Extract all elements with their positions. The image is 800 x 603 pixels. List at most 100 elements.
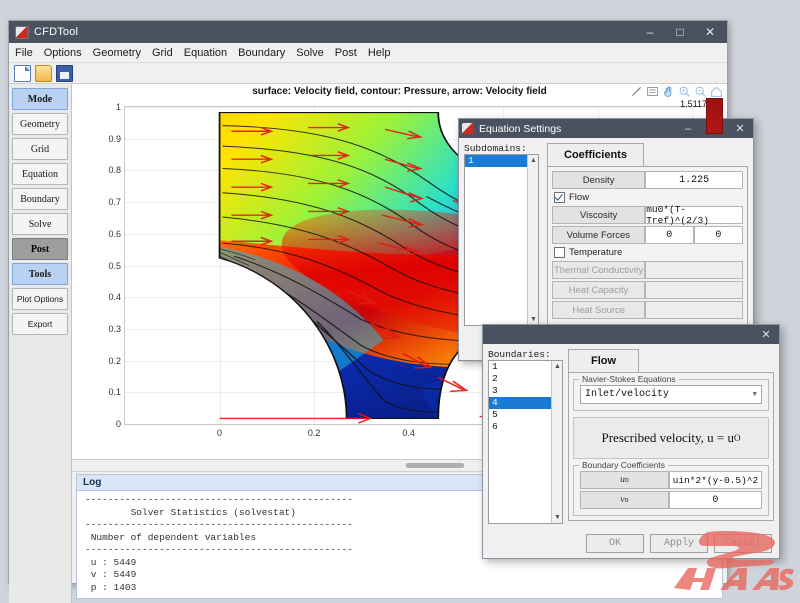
thermal-conductivity-value: [645, 261, 743, 279]
save-icon[interactable]: [56, 65, 73, 82]
listbox-scrollbar[interactable]: ▲ ▼: [527, 155, 538, 325]
new-file-icon[interactable]: [14, 65, 31, 82]
temperature-checkbox[interactable]: Temperature: [554, 247, 743, 258]
row-heat-source: Heat Source: [552, 301, 743, 319]
sidebar-item-mode[interactable]: Mode: [12, 88, 68, 110]
checkbox-icon[interactable]: [554, 192, 565, 203]
boundaries-listbox[interactable]: 1 2 3 4 5 6 ▲ ▼: [488, 360, 563, 524]
colorbar: [706, 98, 723, 134]
temperature-label: Temperature: [569, 247, 622, 258]
density-value[interactable]: 1.225: [645, 171, 743, 189]
equation-dialog-title: Equation Settings: [479, 123, 675, 135]
menu-options[interactable]: Options: [44, 47, 82, 59]
equation-dialog-minimize[interactable]: –: [675, 120, 701, 138]
y-tick: 0.5: [108, 261, 121, 271]
y-tick: 0: [116, 419, 121, 429]
boundary-apply-button[interactable]: Apply: [650, 534, 708, 553]
sidebar-item-tools[interactable]: Tools: [12, 263, 68, 285]
volume-forces-value-y[interactable]: 0: [694, 226, 743, 244]
chevron-up-icon[interactable]: ▲: [530, 157, 537, 164]
tab-flow[interactable]: Flow: [568, 349, 639, 372]
sidebar-item-export[interactable]: Export: [12, 313, 68, 335]
y-tick: 0.7: [108, 197, 121, 207]
toolbar: [9, 63, 727, 84]
boundary-condition-select[interactable]: Inlet/velocity ▼: [580, 385, 762, 404]
listbox-scrollbar[interactable]: ▲ ▼: [551, 361, 562, 523]
boundary-cancel-button[interactable]: Cancel: [714, 534, 772, 553]
chevron-down-icon[interactable]: ▼: [530, 316, 537, 323]
y-tick: 0.1: [108, 387, 121, 397]
row-volume-forces: Volume Forces 0 0: [552, 226, 743, 244]
chevron-down-icon[interactable]: ▼: [753, 391, 757, 399]
subdomains-label: Subdomains:: [464, 143, 542, 154]
thermal-conductivity-label: Thermal Conductivity: [552, 261, 645, 279]
menu-file[interactable]: File: [15, 47, 33, 59]
y-tick: 0.9: [108, 134, 121, 144]
sidebar-item-boundary[interactable]: Boundary: [12, 188, 68, 210]
x-tick: 0.2: [308, 428, 321, 438]
row-viscosity: Viscosity mu0*(T-Tref)^(2/3): [552, 206, 743, 224]
navier-stokes-group: Navier-Stokes Equations Inlet/velocity ▼: [573, 379, 769, 411]
chevron-down-icon[interactable]: ▼: [554, 514, 561, 521]
sidebar-item-plot-options[interactable]: Plot Options: [12, 288, 68, 310]
y-tick: 0.3: [108, 324, 121, 334]
u0-label: uo: [580, 471, 669, 489]
home-icon[interactable]: [710, 85, 723, 98]
row-thermal-conductivity: Thermal Conductivity: [552, 261, 743, 279]
boundary-settings-dialog: ✕ Boundaries: 1 2 3 4 5 6 ▲ ▼ Flow Navi: [482, 324, 780, 559]
sidebar-item-grid[interactable]: Grid: [12, 138, 68, 160]
y-tick: 0.4: [108, 292, 121, 302]
window-title: CFDTool: [34, 26, 635, 38]
x-tick: 0.4: [402, 428, 415, 438]
v0-label: vo: [580, 491, 669, 509]
boundary-ok-button[interactable]: OK: [586, 534, 644, 553]
line-icon[interactable]: [630, 85, 643, 98]
boundary-dialog-close[interactable]: ✕: [753, 326, 779, 344]
legend-icon[interactable]: [646, 85, 659, 98]
menu-grid[interactable]: Grid: [152, 47, 173, 59]
minimize-button[interactable]: –: [635, 22, 665, 43]
heat-source-label: Heat Source: [552, 301, 645, 319]
sidebar-item-equation[interactable]: Equation: [12, 163, 68, 185]
equation-dialog-body: Subdomains: 1 ▲ ▼ Coefficients Density 1…: [459, 138, 753, 331]
close-button[interactable]: ✕: [695, 22, 725, 43]
viscosity-value[interactable]: mu0*(T-Tref)^(2/3): [645, 206, 743, 224]
sidebar-item-post[interactable]: Post: [12, 238, 68, 260]
y-tick: 0.6: [108, 229, 121, 239]
plot-title: surface: Velocity field, contour: Pressu…: [72, 86, 727, 97]
boundary-dialog-footer: OK Apply Cancel: [483, 529, 779, 558]
v0-value[interactable]: 0: [669, 491, 762, 509]
zoom-in-icon[interactable]: [678, 85, 691, 98]
chevron-up-icon[interactable]: ▲: [554, 363, 561, 370]
pan-hand-icon[interactable]: [662, 85, 675, 98]
tab-coefficients[interactable]: Coefficients: [547, 143, 644, 166]
heat-capacity-label: Heat Capacity: [552, 281, 645, 299]
sidebar-item-geometry[interactable]: Geometry: [12, 113, 68, 135]
volume-forces-value-x[interactable]: 0: [645, 226, 694, 244]
menu-solve[interactable]: Solve: [296, 47, 324, 59]
maximize-button[interactable]: □: [665, 22, 695, 43]
navier-stokes-label: Navier-Stokes Equations: [579, 374, 679, 384]
menu-geometry[interactable]: Geometry: [93, 47, 141, 59]
flow-panel: Navier-Stokes Equations Inlet/velocity ▼…: [568, 372, 774, 521]
menu-post[interactable]: Post: [335, 47, 357, 59]
flow-checkbox[interactable]: Flow: [554, 192, 743, 203]
subdomains-listbox[interactable]: 1 ▲ ▼: [464, 154, 539, 326]
equation-dialog-close[interactable]: ✕: [727, 120, 753, 138]
menu-equation[interactable]: Equation: [184, 47, 227, 59]
boundary-condition-value: Inlet/velocity: [585, 389, 669, 400]
menu-boundary[interactable]: Boundary: [238, 47, 285, 59]
boundary-dialog-body: Boundaries: 1 2 3 4 5 6 ▲ ▼ Flow Navier-…: [483, 344, 779, 529]
checkbox-icon[interactable]: [554, 247, 565, 258]
y-tick: 1: [116, 102, 121, 112]
plot-toolbar: [630, 85, 723, 98]
equation-subscript: O: [734, 433, 741, 443]
heat-capacity-value: [645, 281, 743, 299]
open-folder-icon[interactable]: [35, 65, 52, 82]
row-heat-capacity: Heat Capacity: [552, 281, 743, 299]
zoom-out-icon[interactable]: [694, 85, 707, 98]
boundary-coefficients-label: Boundary Coefficients: [579, 460, 668, 470]
menu-help[interactable]: Help: [368, 47, 391, 59]
u0-value[interactable]: uin*2*(y-0.5)^2: [669, 471, 762, 489]
sidebar-item-solve[interactable]: Solve: [12, 213, 68, 235]
